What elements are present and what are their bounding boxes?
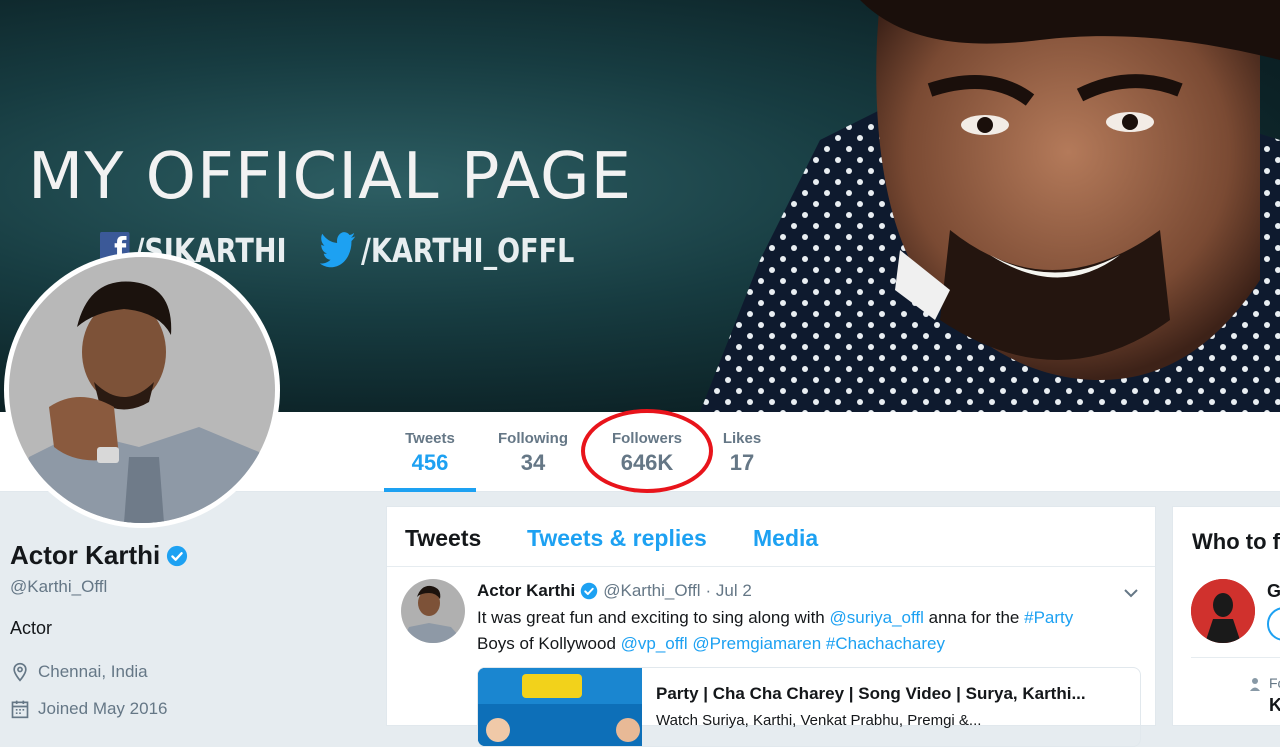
chevron-down-icon[interactable]	[1121, 583, 1141, 603]
tab-tweets[interactable]: Tweets	[405, 525, 481, 552]
avatar-image	[9, 257, 275, 523]
tweet-text-part: It was great fun and exciting to sing al…	[477, 608, 830, 627]
nav-likes-label: Likes	[722, 430, 762, 447]
tweet-date[interactable]: · Jul 2	[706, 581, 752, 601]
tweet-author-handle[interactable]: @Karthi_Offl	[603, 581, 700, 601]
tab-media[interactable]: Media	[753, 525, 818, 552]
banner-twitter: /KARTHI_OFFL	[320, 228, 574, 272]
banner-portrait-image	[700, 0, 1280, 412]
tweet-text-part: anna for the	[923, 608, 1025, 627]
profile-name: Actor Karthi	[10, 540, 188, 571]
follow-button[interactable]	[1267, 607, 1280, 641]
profile-location: Chennai, India	[10, 662, 148, 682]
calendar-icon	[11, 700, 29, 719]
nav-tweets[interactable]: Tweets 456	[400, 430, 460, 476]
person-icon	[1250, 678, 1260, 691]
profile-handle[interactable]: @Karthi_Offl	[10, 577, 107, 597]
profile-name-text: Actor Karthi	[10, 540, 161, 570]
profile-bio: Actor	[10, 618, 53, 638]
tweet-text-part: Boys of Kollywood	[477, 634, 621, 653]
profile-joined: Joined May 2016	[10, 699, 167, 719]
location-pin-icon	[13, 662, 27, 682]
tweet-mention[interactable]: @suriya_offl	[829, 608, 923, 627]
nav-following[interactable]: Following 34	[492, 430, 574, 476]
twitter-bird-icon	[320, 232, 356, 268]
tweet-header: Actor Karthi @Karthi_Offl · Jul 2	[477, 581, 752, 601]
banner-twitter-handle: /KARTHI_OFFL	[361, 230, 575, 270]
nav-tweets-label: Tweets	[405, 430, 455, 447]
tweet-avatar-image	[401, 579, 465, 643]
divider	[1191, 657, 1280, 658]
profile-avatar[interactable]	[4, 252, 280, 528]
followers-annotation-circle	[581, 409, 713, 493]
tweet-hashtag[interactable]: #Party	[1024, 608, 1073, 627]
suggested-user-name[interactable]: G	[1267, 581, 1280, 602]
tab-tweets-replies[interactable]: Tweets & replies	[527, 525, 707, 552]
tweet-author-name[interactable]: Actor Karthi	[477, 581, 575, 601]
nav-tweets-count: 456	[411, 450, 449, 475]
profile-joined-text: Joined May 2016	[38, 699, 168, 718]
card-title: Party | Cha Cha Charey | Song Video | Su…	[656, 684, 1086, 703]
banner-title: MY OFFICIAL PAGE	[28, 140, 633, 214]
suggested-avatar-image	[1191, 579, 1255, 643]
tweet-author-avatar[interactable]	[401, 579, 465, 643]
card-description: Watch Suriya, Karthi, Venkat Prabhu, Pre…	[656, 712, 982, 729]
nav-likes-count: 17	[729, 450, 755, 475]
nav-likes[interactable]: Likes 17	[718, 430, 766, 476]
suggested-user-name-2[interactable]: K	[1269, 695, 1280, 716]
nav-active-indicator	[384, 488, 476, 492]
followed-by-text: Fo	[1269, 675, 1280, 691]
profile-location-text: Chennai, India	[38, 662, 148, 681]
tweet-text: It was great fun and exciting to sing al…	[477, 605, 1137, 657]
tweet-mention[interactable]: @Premgiamaren	[692, 634, 821, 653]
tweet-link-card[interactable]: Party | Cha Cha Charey | Song Video | Su…	[477, 667, 1141, 747]
tweet-hashtag[interactable]: #Chachacharey	[826, 634, 945, 653]
suggested-user-avatar[interactable]	[1191, 579, 1255, 643]
verified-badge-icon	[580, 582, 598, 600]
card-thumbnail-image	[478, 668, 642, 746]
verified-badge-icon	[167, 545, 188, 566]
tweet-mention[interactable]: @vp_offl	[621, 634, 688, 653]
who-to-follow-panel: Who to follow G Fo K	[1172, 506, 1280, 726]
timeline: Tweets Tweets & replies Media Actor Kart…	[386, 506, 1156, 747]
nav-following-label: Following	[498, 430, 568, 447]
timeline-tabs: Tweets Tweets & replies Media	[387, 507, 1155, 567]
who-to-follow-title: Who to follow	[1192, 529, 1280, 554]
nav-following-count: 34	[520, 450, 546, 475]
